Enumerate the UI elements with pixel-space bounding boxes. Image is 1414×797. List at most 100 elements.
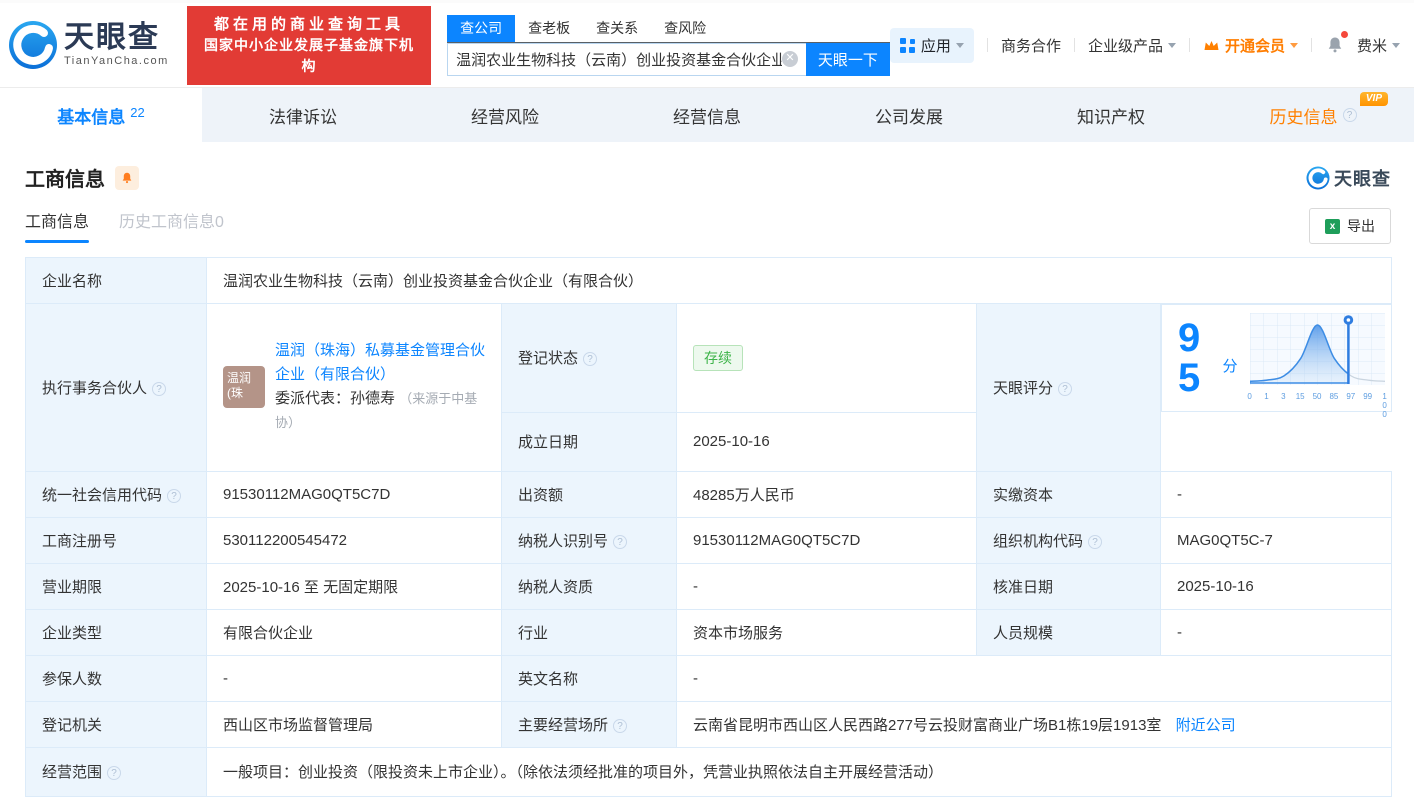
help-icon[interactable]: ? [613, 718, 628, 733]
search-button[interactable]: 天眼一下 [805, 42, 890, 76]
value-text: 91530112MAG0QT5C7D [693, 531, 861, 549]
score-number: 95 [1178, 316, 1201, 400]
value-text: 2025-10-16 至 无固定期限 [223, 578, 399, 596]
table-row: 执行事务合伙人? 温润(珠 温润（珠海）私募基金管理合伙企业（有限合伙） 委派代… [25, 303, 1392, 472]
value-text: - [223, 669, 228, 687]
help-icon[interactable]: ? [613, 534, 628, 549]
label-text: 实缴资本 [993, 486, 1054, 504]
help-icon[interactable]: ? [1058, 381, 1073, 396]
score-axis-tick: 97 [1346, 392, 1356, 401]
subtab-history-business-info[interactable]: 历史工商信息0 [119, 208, 224, 243]
business-info-table: 企业名称 温润农业生物科技（云南）创业投资基金合伙企业（有限合伙） 执行事务合伙… [25, 257, 1393, 797]
search-tab-relation[interactable]: 查关系 [583, 15, 651, 42]
value-text: 91530112MAG0QT5C7D [223, 485, 391, 503]
search-input[interactable] [456, 50, 782, 68]
nav-cooperation[interactable]: 商务合作 [1001, 35, 1061, 56]
score-distribution-chart: 0 1 3 15 50 85 97 99 100 [1247, 313, 1387, 419]
search-tab-company[interactable]: 查公司 [447, 14, 516, 42]
help-icon[interactable]: ? [167, 488, 182, 503]
field-label-business-address: 主要经营场所? [501, 700, 677, 748]
score-axis-tick: 85 [1329, 392, 1339, 401]
subtab-business-info[interactable]: 工商信息 [25, 208, 90, 243]
score-axis-tick: 100 [1382, 392, 1387, 419]
nav-enterprise-label: 企业级产品 [1087, 37, 1163, 55]
label-text: 成立日期 [518, 434, 579, 451]
nav-open-vip[interactable]: 开通会员 [1203, 35, 1298, 56]
help-icon[interactable]: ? [583, 352, 598, 367]
tab-legal[interactable]: 法律诉讼 [202, 88, 404, 142]
nav-apps[interactable]: 应用 [889, 27, 974, 63]
field-value-approval-date: 2025-10-16 [1159, 562, 1393, 610]
value-text: 48285万人民币 [693, 486, 795, 504]
nav-cooperation-label: 商务合作 [1000, 37, 1061, 55]
value-text: - [693, 669, 698, 687]
field-value-business-term: 2025-10-16 至 无固定期限 [206, 562, 502, 610]
subtab-row: 工商信息 历史工商信息0 x 导出 [25, 208, 1391, 244]
chevron-down-icon [1392, 42, 1400, 48]
nav-user[interactable]: 费米 [1357, 35, 1400, 56]
score-axis-tick: 1 [1264, 392, 1269, 401]
tianyancha-logo[interactable]: 天眼查 TianYanCha.com [8, 20, 169, 70]
excel-icon: x [1325, 218, 1340, 234]
field-value-taxpayer-qualification: - [676, 562, 977, 610]
help-icon[interactable]: ? [1342, 108, 1357, 122]
subscribe-bell-button[interactable] [115, 165, 139, 190]
field-label-staff-size: 人员规模 [976, 608, 1161, 656]
help-icon[interactable]: ? [152, 381, 167, 396]
tab-basic-info[interactable]: 基本信息 22 [0, 88, 202, 142]
tab-company-development[interactable]: 公司发展 [808, 88, 1010, 142]
label-text: 核准日期 [993, 578, 1054, 596]
field-value-establish-date: 2025-10-16 [676, 411, 977, 472]
nav-user-label: 费米 [1356, 37, 1387, 55]
field-label-business-scope: 经营范围? [25, 746, 207, 797]
field-value-credit-code: 91530112MAG0QT5C7D [206, 470, 502, 518]
label-text: 工商注册号 [42, 532, 118, 550]
notification-bell[interactable] [1325, 31, 1348, 55]
label-text: 纳税人识别号 [518, 532, 609, 550]
label-text: 纳税人资质 [518, 578, 594, 596]
partner-avatar[interactable]: 温润(珠 [223, 366, 265, 409]
tab-operation-info-label: 经营信息 [673, 107, 741, 127]
score-pin-head-center [1346, 318, 1350, 322]
logo-domain: TianYanCha.com [64, 55, 169, 67]
section-watermark-logo: 天眼查 [1306, 165, 1391, 191]
tab-operation-risk[interactable]: 经营风险 [404, 88, 606, 142]
label-text: 登记状态 [518, 350, 579, 368]
logo-title: 天眼查 [64, 21, 160, 54]
help-icon[interactable]: ? [107, 766, 122, 780]
score-axis-tick: 3 [1281, 392, 1286, 401]
label-text: 天眼评分 [993, 379, 1054, 397]
search-tab-risk[interactable]: 查风险 [651, 15, 719, 42]
value-text: 温润农业生物科技（云南）创业投资基金合伙企业（有限合伙） [223, 273, 644, 290]
nearby-companies-link[interactable]: 附近公司 [1176, 717, 1236, 734]
label-text: 参保人数 [42, 670, 103, 688]
field-value-org-code: MAG0QT5C-7 [1159, 516, 1393, 564]
table-row: 营业期限 2025-10-16 至 无固定期限 纳税人资质 - 核准日期 202… [25, 562, 1393, 610]
nav-separator [986, 38, 988, 52]
field-label-company-type: 企业类型 [25, 608, 207, 656]
nav-enterprise[interactable]: 企业级产品 [1088, 35, 1176, 56]
nav-apps-label: 应用 [920, 37, 951, 55]
score-chart-svg [1249, 313, 1385, 385]
value-text: 2025-10-16 [1177, 577, 1254, 595]
field-value-business-scope: 一般项目：创业投资（限投资未上市企业）。（除依法须经批准的项目外，凭营业执照依法… [205, 746, 1393, 797]
clear-search-icon[interactable]: ✕ [781, 51, 798, 67]
tab-history-info[interactable]: VIP 历史信息 ? [1212, 88, 1414, 142]
tab-operation-info[interactable]: 经营信息 [606, 88, 808, 142]
main-tabbar: 基本信息 22 法律诉讼 经营风险 经营信息 公司发展 知识产权 VIP 历史信… [0, 88, 1414, 142]
label-text: 行业 [518, 624, 549, 642]
value-text: 资本市场服务 [693, 624, 784, 642]
field-label-taxpayer-id: 纳税人识别号? [501, 516, 677, 564]
field-label-org-code: 组织机构代码? [976, 516, 1161, 564]
field-value-english-name: - [675, 654, 1393, 702]
export-button[interactable]: x 导出 [1309, 208, 1391, 244]
field-label-tyc-score: 天眼评分? [976, 303, 1161, 472]
table-row: 工商注册号 530112200545472 纳税人识别号? 91530112MA… [25, 516, 1393, 564]
partner-company-link[interactable]: 温润（珠海）私募基金管理合伙企业（有限合伙） [275, 342, 485, 383]
label-text: 人员规模 [993, 624, 1054, 642]
field-value-tyc-score: 95 分 0 1 3 15 50 85 97 99 100 [1161, 304, 1392, 419]
help-icon[interactable]: ? [1088, 534, 1103, 549]
tab-intellectual-property[interactable]: 知识产权 [1010, 88, 1212, 142]
search-tab-boss[interactable]: 查老板 [515, 15, 583, 42]
search-tabs: 查公司 查老板 查关系 查风险 [447, 14, 890, 43]
